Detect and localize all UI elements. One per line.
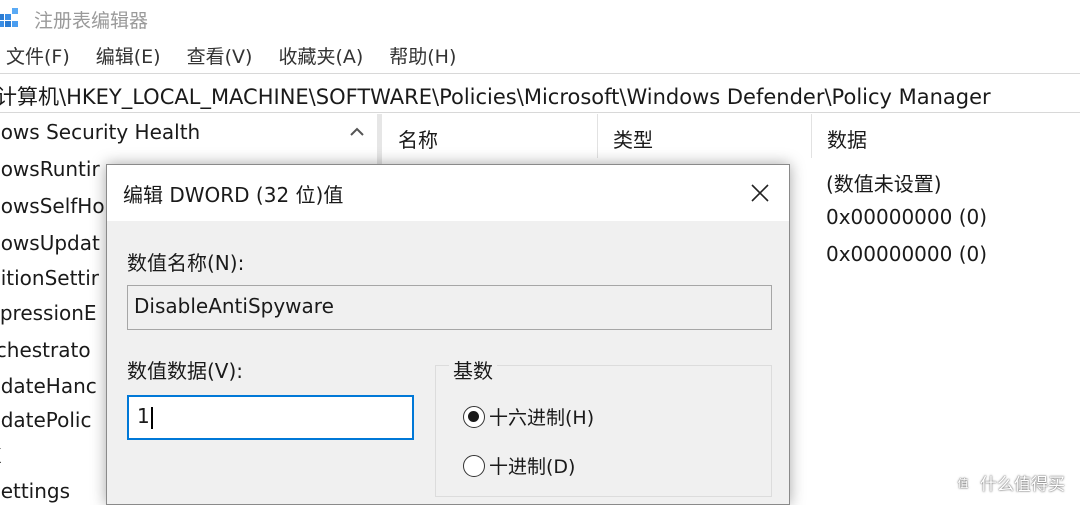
data-cell[interactable]: 0x00000000 (0) bbox=[826, 242, 987, 266]
address-bar[interactable]: 计算机\HKEY_LOCAL_MACHINE\SOFTWARE\Policies… bbox=[0, 73, 1080, 113]
data-cell[interactable]: (数值未设置) bbox=[826, 168, 942, 197]
tree-item[interactable]: Settings bbox=[0, 479, 70, 503]
radio-decimal[interactable]: 十进制(D) bbox=[463, 452, 575, 479]
menu-favorites[interactable]: 收藏夹(A) bbox=[278, 38, 363, 70]
base-group-label: 基数 bbox=[449, 355, 497, 384]
tree-item[interactable]: xpressionE bbox=[0, 301, 97, 325]
radio-decimal-label[interactable]: 十进制(D) bbox=[489, 452, 575, 479]
tree-item[interactable]: dowsSelfHo bbox=[0, 194, 105, 218]
menu-edit[interactable]: 编辑(E) bbox=[96, 38, 161, 70]
watermark-logo-icon: 值 bbox=[952, 472, 974, 493]
value-data-label: 数值数据(V): bbox=[127, 359, 244, 383]
value-name-text: DisableAntiSpyware bbox=[134, 294, 334, 318]
text-caret bbox=[150, 406, 153, 429]
edit-dword-dialog: 编辑 DWORD (32 位)值 数值名称(N): DisableAntiSpy… bbox=[106, 164, 790, 505]
tree-item[interactable]: dows Security Health bbox=[0, 120, 200, 144]
tree-item[interactable]: pdatePolic bbox=[0, 408, 92, 432]
radio-selected-icon[interactable] bbox=[463, 405, 485, 428]
svg-text:值: 值 bbox=[958, 477, 969, 490]
watermark-text: 什么值得买 bbox=[980, 475, 1065, 495]
window-title: 注册表编辑器 bbox=[34, 10, 149, 32]
menu-bar: 文件(F) 编辑(E) 查看(V) 收藏夹(A) 帮助(H) bbox=[0, 38, 476, 70]
watermark: 值 什么值得买 bbox=[952, 470, 1065, 495]
tree-item[interactable]: pdateHanc bbox=[0, 374, 97, 398]
menu-help[interactable]: 帮助(H) bbox=[389, 38, 456, 70]
value-data-text: 1 bbox=[137, 404, 150, 428]
tree-item[interactable]: rchestrato bbox=[0, 338, 91, 362]
data-cell[interactable]: 0x00000000 (0) bbox=[826, 205, 987, 229]
column-header-data[interactable]: 数据 bbox=[811, 114, 1080, 158]
radio-hexadecimal-label[interactable]: 十六进制(H) bbox=[489, 403, 594, 430]
regedit-icon bbox=[0, 8, 18, 27]
radio-unselected-icon[interactable] bbox=[463, 454, 485, 477]
tree-item[interactable]: dowsUpdat bbox=[0, 231, 100, 255]
tree-item[interactable]: X bbox=[0, 444, 2, 468]
menu-file[interactable]: 文件(F) bbox=[6, 38, 70, 70]
close-button[interactable] bbox=[737, 171, 783, 215]
column-header-name[interactable]: 名称 bbox=[382, 114, 597, 158]
dialog-title: 编辑 DWORD (32 位)值 bbox=[123, 183, 344, 207]
address-path[interactable]: 计算机\HKEY_LOCAL_MACHINE\SOFTWARE\Policies… bbox=[0, 81, 991, 111]
tree-item[interactable]: ditionSettir bbox=[0, 266, 99, 290]
window-titlebar: 注册表编辑器 bbox=[0, 0, 1080, 36]
menu-view[interactable]: 查看(V) bbox=[187, 38, 253, 70]
value-name-label: 数值名称(N): bbox=[127, 251, 245, 275]
scroll-up-icon[interactable] bbox=[345, 120, 369, 144]
tree-item[interactable]: dowsRuntir bbox=[0, 157, 100, 181]
value-name-field: DisableAntiSpyware bbox=[127, 285, 772, 330]
column-header-type[interactable]: 类型 bbox=[597, 114, 811, 158]
radio-hexadecimal[interactable]: 十六进制(H) bbox=[463, 403, 594, 430]
value-data-input[interactable]: 1 bbox=[127, 395, 414, 440]
dialog-titlebar[interactable]: 编辑 DWORD (32 位)值 bbox=[107, 165, 789, 221]
close-icon bbox=[751, 184, 769, 202]
